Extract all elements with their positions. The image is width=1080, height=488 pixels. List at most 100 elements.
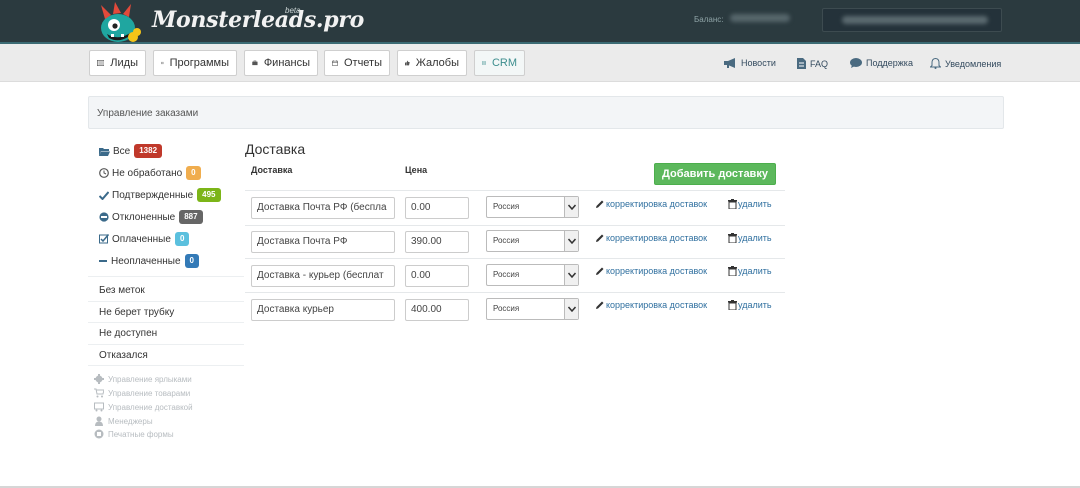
status-rejected-count: 887 [179,210,203,224]
manage-labels-link[interactable]: Управление ярлыками [94,374,192,384]
logo-text[interactable]: Monsterleads.pro [152,7,364,33]
news-link-label: Новости [741,58,776,68]
status-confirmed[interactable]: Подтвержденные 495 [99,187,221,203]
chevron-down-icon [564,231,578,251]
notifications-link[interactable]: Уведомления [930,58,1001,69]
main-navbar: Лиды Программы Финансы Отчеты Жалобы CRM… [0,44,1080,82]
chevron-down-icon [564,197,578,217]
edit-delivery-label: корректировка доставок [606,233,708,243]
tag-refused[interactable]: Отказался [99,350,148,361]
chat-icon [850,58,862,68]
megaphone-icon [724,58,735,68]
status-unprocessed-label: Не обработано [112,167,183,179]
nav-crm[interactable]: CRM [474,50,525,76]
delete-delivery-label: удалить [738,266,772,276]
status-paid-count: 0 [174,232,190,246]
tag-unreachable[interactable]: Не доступен [99,328,157,339]
manage-delivery-link[interactable]: Управление доставкой [94,402,193,412]
status-all-count: 1382 [134,144,163,158]
minus-circle-icon [99,212,109,222]
chevron-down-icon [564,299,578,319]
edit-delivery-link[interactable]: корректировка доставок [595,266,707,276]
print-forms-label: Печатные формы [108,429,174,439]
list-icon [161,61,164,65]
status-rejected[interactable]: Отклоненные 887 [99,209,203,225]
edit-delivery-label: корректировка доставок [606,266,708,276]
status-confirmed-label: Подтвержденные [112,189,194,201]
managers-label: Менеджеры [108,416,153,426]
add-delivery-button[interactable]: Добавить доставку [654,163,776,185]
calendar-icon [332,60,338,66]
manage-products-label: Управление товарами [108,388,191,398]
chevron-down-icon [564,265,578,285]
edit-delivery-link[interactable]: корректировка доставок [595,233,707,243]
print-forms-link[interactable]: Печатные формы [94,429,174,439]
nav-reports-label: Отчеты [343,57,382,69]
column-header-delivery: Доставка [251,165,293,175]
nav-crm-label: CRM [491,57,517,69]
managers-link[interactable]: Менеджеры [94,416,153,426]
delivery-name-input[interactable]: Доставка - курьер (бесплат [251,265,395,287]
delete-delivery-label: удалить [738,233,772,243]
notifications-link-label: Уведомления [945,58,1002,69]
list-icon [97,60,105,66]
delivery-price-input[interactable]: 0.00 [405,197,469,219]
delivery-price-input[interactable]: 0.00 [405,265,469,287]
edit-delivery-link[interactable]: корректировка доставок [595,300,707,310]
page-title: Доставка [245,141,306,157]
edit-delivery-link[interactable]: корректировка доставок [595,199,707,209]
tag-no-label[interactable]: Без меток [99,285,145,296]
manage-delivery-label: Управление доставкой [108,402,193,412]
delete-delivery-link[interactable]: удалить [728,300,772,310]
nav-programs[interactable]: Программы [153,50,237,76]
nav-complaints[interactable]: Жалобы [397,50,467,76]
delete-delivery-label: удалить [738,300,772,310]
clock-icon [99,168,109,178]
support-link-label: Поддержка [866,58,913,68]
nav-leads[interactable]: Лиды [89,50,146,76]
nav-leads-label: Лиды [110,57,138,69]
pencil-icon [596,267,604,275]
trash-icon [728,199,737,209]
user-email-redacted [842,16,988,24]
delivery-price-input[interactable]: 400.00 [405,299,469,321]
logo-beta-label: beta [285,6,301,15]
delivery-country-select[interactable]: Россия [486,230,579,252]
monster-logo-icon[interactable] [93,1,143,44]
panel-title: Управление заказами [97,108,199,119]
news-link[interactable]: Новости [724,58,776,68]
status-unpaid[interactable]: Неоплаченные 0 [99,253,199,269]
delivery-name-input[interactable]: Доставка Почта РФ [251,231,395,253]
checkbox-icon [99,234,109,244]
sidebar-divider [88,365,244,366]
status-unpaid-count: 0 [184,254,199,268]
minus-icon [99,260,107,262]
status-all[interactable]: Все 1382 [99,143,163,159]
delivery-name-input[interactable]: Доставка курьер [251,299,395,321]
delivery-country-select[interactable]: Россия [486,264,579,286]
delete-delivery-link[interactable]: удалить [728,199,772,209]
cart-icon [94,388,104,398]
nav-programs-label: Программы [169,57,229,69]
balance-label: Баланс: [694,15,724,24]
trash-icon [728,233,737,243]
nav-reports[interactable]: Отчеты [324,50,390,76]
status-unprocessed[interactable]: Не обработано 0 [99,165,201,181]
status-paid[interactable]: Оплаченные 0 [99,231,190,247]
support-link[interactable]: Поддержка [850,58,913,68]
delivery-country-value: Россия [493,236,520,245]
status-confirmed-count: 495 [197,188,221,202]
nav-finance[interactable]: Финансы [244,50,318,76]
delete-delivery-link[interactable]: удалить [728,266,772,276]
delivery-country-select[interactable]: Россия [486,196,579,218]
delivery-price-input[interactable]: 390.00 [405,231,469,253]
faq-link[interactable]: FAQ [797,58,828,69]
delete-delivery-link[interactable]: удалить [728,233,772,243]
delivery-name-input[interactable]: Доставка Почта РФ (беспла [251,197,395,219]
delivery-country-select[interactable]: Россия [486,298,579,320]
gear-icon [94,374,104,384]
tag-no-answer[interactable]: Не берет трубку [99,307,174,318]
nav-finance-label: Финансы [263,57,310,69]
balance-value-redacted [730,14,790,22]
manage-products-link[interactable]: Управление товарами [94,388,190,398]
